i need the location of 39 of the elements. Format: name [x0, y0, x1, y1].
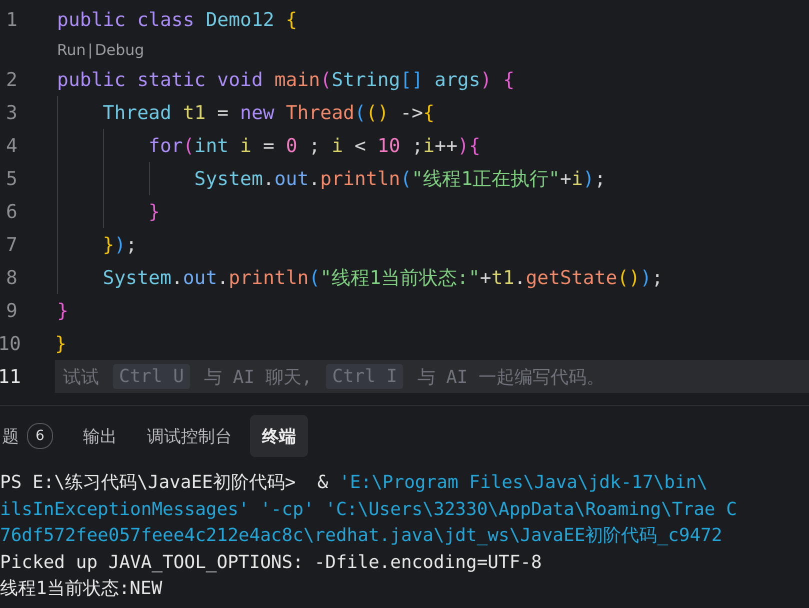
line-number: 8: [5, 266, 18, 288]
terminal-line: ilsInExceptionMessages' '-cp' 'C:\Users\32330\AppData\Roaming\Trae C: [0, 498, 738, 522]
code-line: System.out.println("线程1当前状态:"+t1.getState());: [57, 261, 664, 294]
code-line: }: [57, 298, 68, 324]
panel-tab[interactable]: 调试控制台: [135, 415, 244, 457]
shortcut-key: Ctrl I: [326, 364, 404, 389]
panel-tab[interactable]: 输出: [71, 415, 129, 457]
count-badge: 6: [27, 423, 53, 449]
line-number: 10: [0, 332, 22, 354]
hint-text: 与 AI 一起编写代码。: [417, 366, 605, 388]
hint-text: 与 AI 聊天,: [204, 366, 312, 388]
terminal-line: 76df572fee057feee4c212e4ac8c\redhat.java\jdt_ws\JavaEE初阶代码_c9472: [0, 524, 724, 548]
line-number: 7: [5, 234, 18, 256]
code-line: for(int i = 0 ; i < 10 ;i++){: [57, 129, 480, 162]
code-line: }: [57, 195, 160, 228]
shortcut-key: Ctrl U: [113, 364, 190, 389]
code-line: }: [55, 332, 66, 356]
line-number: 4: [5, 134, 18, 156]
codelens-link[interactable]: Debug: [94, 40, 144, 58]
line-number: 1: [5, 8, 18, 30]
line-number: 3: [5, 102, 18, 124]
code-line: public static void main(String[] args) {: [57, 68, 515, 92]
panel-tab[interactable]: 题 6: [0, 415, 65, 457]
code-line: public class Demo12 {: [57, 8, 298, 32]
code-line: Thread t1 = new Thread(() ->{: [57, 96, 435, 129]
panel-tab[interactable]: 终端: [250, 415, 308, 457]
terminal-line: 线程1当前状态:NEW: [0, 577, 164, 601]
line-number: 6: [5, 200, 18, 222]
code-line: });: [57, 228, 138, 261]
separator: |: [88, 40, 93, 58]
codelens-link[interactable]: Run: [57, 40, 86, 58]
code-line: System.out.println("线程1正在执行"+i);: [57, 162, 606, 195]
terminal-line: Picked up JAVA_TOOL_OPTIONS: -Dfile.encoding=UTF-8: [0, 550, 543, 574]
terminal-line: PS E:\练习代码\JavaEE初阶代码> & 'E:\Program Files\Java\jdk-17\bin\: [0, 471, 709, 495]
line-number: 11: [0, 366, 22, 388]
line-number: 9: [5, 300, 18, 322]
line-number: 5: [5, 168, 18, 190]
hint-text: 试试: [63, 366, 99, 388]
line-number: 2: [5, 68, 18, 90]
